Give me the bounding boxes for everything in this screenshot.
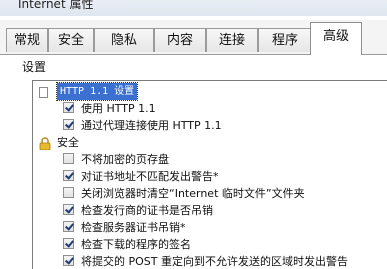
- option-label: 检查服务器证书吊销*: [81, 221, 186, 234]
- group-security-title: 安全: [57, 136, 79, 149]
- option-label: 通过代理连接使用 HTTP 1.1: [81, 119, 222, 132]
- title-bar: Internet 属性: [0, 0, 387, 16]
- page-icon: [39, 87, 48, 98]
- option-label: 关闭浏览器时清空“Internet 临时文件”文件夹: [81, 187, 305, 200]
- settings-tree[interactable]: HTTP 1.1 设置 使用 HTTP 1.1 通过代理连接使用 HTTP 1.…: [32, 80, 387, 269]
- tab-programs[interactable]: 程序: [258, 28, 312, 52]
- lock-icon: [39, 137, 51, 150]
- option-label: 不将加密的页存盘: [81, 153, 169, 166]
- tab-advanced[interactable]: 高级: [310, 22, 362, 55]
- checkbox[interactable]: [63, 102, 74, 113]
- checkbox[interactable]: [63, 255, 74, 266]
- checkbox[interactable]: [63, 170, 74, 181]
- tab-general[interactable]: 常规: [6, 28, 48, 52]
- checkbox[interactable]: [63, 119, 74, 130]
- option-label: 对证书地址不匹配发出警告*: [81, 170, 219, 183]
- option-label: 使用 HTTP 1.1: [81, 102, 156, 115]
- tab-security[interactable]: 安全: [48, 28, 94, 52]
- tab-content[interactable]: 内容: [154, 28, 206, 52]
- checkbox[interactable]: [63, 238, 74, 249]
- option-label: 检查下载的程序的签名: [81, 238, 191, 251]
- tab-strip: 常规 安全 隐私 内容 连接 程序 高级: [0, 20, 387, 55]
- checkbox[interactable]: [63, 153, 74, 164]
- settings-label: 设置: [22, 60, 47, 74]
- tab-privacy[interactable]: 隐私: [94, 28, 154, 52]
- checkbox[interactable]: [63, 187, 74, 198]
- option-label: 检查发行商的证书是否吊销: [81, 204, 213, 217]
- checkbox[interactable]: [63, 204, 74, 215]
- tab-connections[interactable]: 连接: [206, 28, 258, 52]
- group-http11-title: HTTP 1.1 设置: [55, 82, 139, 101]
- checkbox[interactable]: [63, 221, 74, 232]
- window-title: Internet 属性: [18, 0, 94, 11]
- option-label: 将提交的 POST 重定向到不允许发送的区域时发出警告: [81, 255, 348, 268]
